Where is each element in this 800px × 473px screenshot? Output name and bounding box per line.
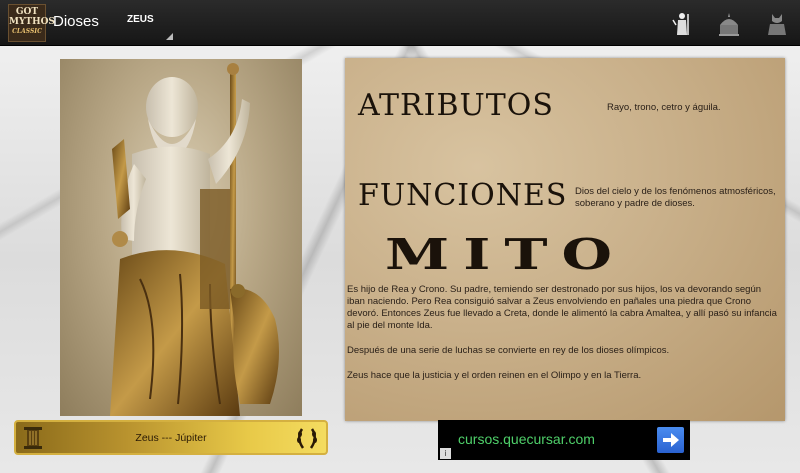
ad-banner[interactable]: cursos.quecursar.com i xyxy=(438,420,690,460)
mito-heading: MITO xyxy=(385,230,627,279)
funciones-heading: FUNCIONES xyxy=(358,178,568,213)
zeus-statue-image xyxy=(60,59,302,416)
ad-info-icon[interactable]: i xyxy=(440,448,451,459)
spinner-value: ZEUS xyxy=(127,14,154,25)
zeus-statue-illustration xyxy=(110,63,279,416)
atributos-text: Rayo, trono, cetro y águila. xyxy=(607,102,721,113)
logo-text-line2: MYTHOS xyxy=(9,17,55,27)
mito-paragraph: Después de una serie de luchas se convie… xyxy=(347,345,670,356)
bust-icon[interactable] xyxy=(764,11,790,37)
god-name-bar[interactable]: Zeus --- Júpiter xyxy=(14,420,328,455)
action-bar: GOT MYTHOS CLASSIC Dioses ZEUS xyxy=(0,0,800,46)
info-parchment: ATRIBUTOS Rayo, trono, cetro y águila. F… xyxy=(345,58,785,421)
logo-text-line3: CLASSIC xyxy=(12,28,42,35)
mito-paragraph: Zeus hace que la justicia y el orden rei… xyxy=(347,370,642,381)
ad-arrow-button[interactable] xyxy=(657,427,684,453)
god-selector-spinner[interactable]: ZEUS xyxy=(127,14,175,42)
logo-text-line1: GOT xyxy=(15,7,39,17)
spinner-dropdown-indicator-icon xyxy=(166,33,173,40)
atributos-heading: ATRIBUTOS xyxy=(358,88,554,123)
arrow-right-icon xyxy=(663,433,679,447)
mito-text: Es hijo de Rea y Crono. Su padre, temien… xyxy=(347,284,777,395)
god-name-label: Zeus --- Júpiter xyxy=(135,432,207,444)
mito-paragraph: Es hijo de Rea y Crono. Su padre, temien… xyxy=(347,284,777,331)
app-title: Dioses xyxy=(53,13,99,30)
app-logo[interactable]: GOT MYTHOS CLASSIC xyxy=(8,4,55,42)
temple-icon[interactable] xyxy=(716,11,742,37)
funciones-text: Dios del cielo y de los fenómenos atmosf… xyxy=(575,186,776,209)
zeus-statue-icon[interactable] xyxy=(669,11,695,37)
laurel-wreath-icon xyxy=(297,428,317,449)
ad-text: cursos.quecursar.com xyxy=(458,431,595,447)
